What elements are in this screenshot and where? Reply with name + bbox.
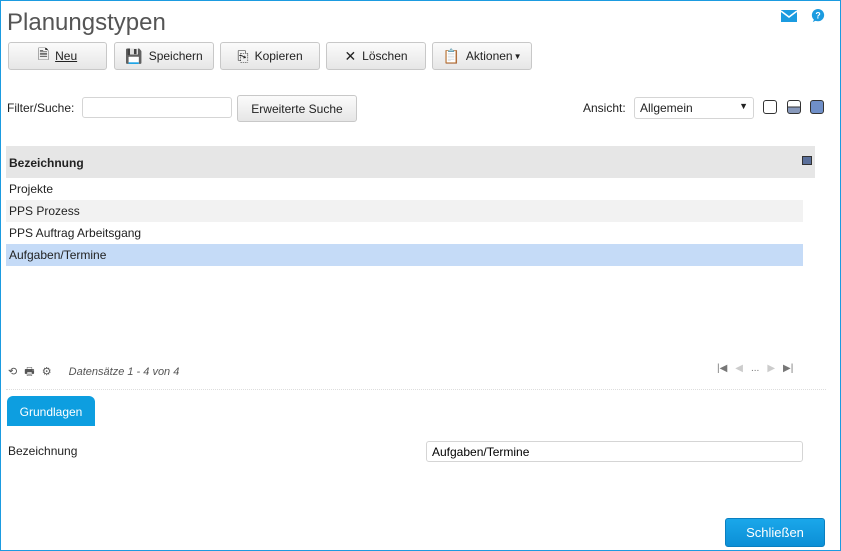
table-row-selected[interactable]: Aufgaben/Termine bbox=[6, 244, 803, 266]
new-button[interactable]: 🗎 Neu bbox=[8, 42, 107, 70]
new-label: Neu bbox=[55, 49, 78, 63]
filter-input[interactable] bbox=[82, 97, 232, 118]
advanced-search-button[interactable]: Erweiterte Suche bbox=[237, 95, 357, 122]
actions-label: Aktionen bbox=[465, 49, 513, 63]
bezeichnung-label: Bezeichnung bbox=[8, 444, 78, 458]
clipboard-icon: 📋 bbox=[442, 47, 460, 64]
view-selected: Allgemein bbox=[640, 101, 693, 115]
copy-button[interactable]: ⎘ Kopieren bbox=[220, 42, 320, 70]
grid-header[interactable]: Bezeichnung bbox=[6, 146, 815, 178]
actions-button[interactable]: 📋 Aktionen ▼ bbox=[432, 42, 532, 70]
grid-footer: ⟲ 🖶 ⚙ Datensätze 1 - 4 von 4 bbox=[8, 363, 179, 382]
save-label: Speichern bbox=[148, 49, 203, 63]
window: Planungstypen ? 🗎 Neu 💾 Speichern ⎘ Kopiere… bbox=[0, 0, 841, 551]
view-full-button[interactable] bbox=[810, 100, 824, 114]
first-page-icon[interactable]: |◀ bbox=[717, 363, 727, 374]
close-icon: ✕ bbox=[344, 47, 357, 64]
pagination: |◀ ◀... ▶ ▶| bbox=[717, 363, 793, 374]
copy-icon: ⎘ bbox=[237, 47, 249, 64]
floppy-icon: 💾 bbox=[125, 47, 143, 64]
filter-label: Filter/Suche: bbox=[7, 101, 75, 115]
caret-down-icon: ▼ bbox=[513, 51, 522, 61]
print-icon[interactable]: 🖶 bbox=[24, 366, 34, 378]
view-label: Ansicht: bbox=[583, 101, 626, 115]
caret-down-icon: ▼ bbox=[739, 101, 748, 111]
table-row[interactable]: PPS Prozess bbox=[6, 200, 803, 222]
view-select[interactable]: Allgemein ▼ bbox=[634, 97, 754, 119]
mail-icon[interactable] bbox=[781, 9, 797, 23]
view-single-button[interactable] bbox=[763, 100, 777, 114]
last-page-icon[interactable]: ▶| bbox=[783, 363, 793, 374]
copy-label: Kopieren bbox=[254, 49, 303, 63]
next-page-icon[interactable]: ▶ bbox=[767, 363, 775, 374]
record-count: Datensätze 1 - 4 von 4 bbox=[68, 366, 180, 378]
view-split-button[interactable] bbox=[787, 100, 801, 114]
table-row[interactable]: Projekte bbox=[6, 178, 803, 200]
bezeichnung-input[interactable] bbox=[426, 441, 803, 462]
prev-page-icon[interactable]: ◀ bbox=[735, 363, 743, 374]
svg-text:?: ? bbox=[815, 11, 820, 21]
column-chooser-icon[interactable] bbox=[802, 156, 812, 165]
tab-grundlagen[interactable]: Grundlagen bbox=[7, 396, 95, 426]
page-title: Planungstypen bbox=[7, 9, 166, 36]
column-header-bezeichnung[interactable]: Bezeichnung bbox=[9, 156, 84, 170]
refresh-icon[interactable]: ⟲ bbox=[8, 366, 17, 378]
close-button[interactable]: Schließen bbox=[725, 518, 825, 547]
table-row[interactable]: PPS Auftrag Arbeitsgang bbox=[6, 222, 803, 244]
divider bbox=[6, 389, 826, 390]
save-button[interactable]: 💾 Speichern bbox=[114, 42, 214, 70]
delete-label: Löschen bbox=[362, 49, 408, 63]
page-ellipsis: ... bbox=[751, 363, 760, 374]
document-icon: 🗎 bbox=[37, 46, 50, 62]
delete-button[interactable]: ✕ Löschen bbox=[326, 42, 426, 70]
help-icon[interactable]: ? bbox=[810, 9, 826, 23]
settings-icon[interactable]: ⚙ bbox=[42, 366, 52, 378]
